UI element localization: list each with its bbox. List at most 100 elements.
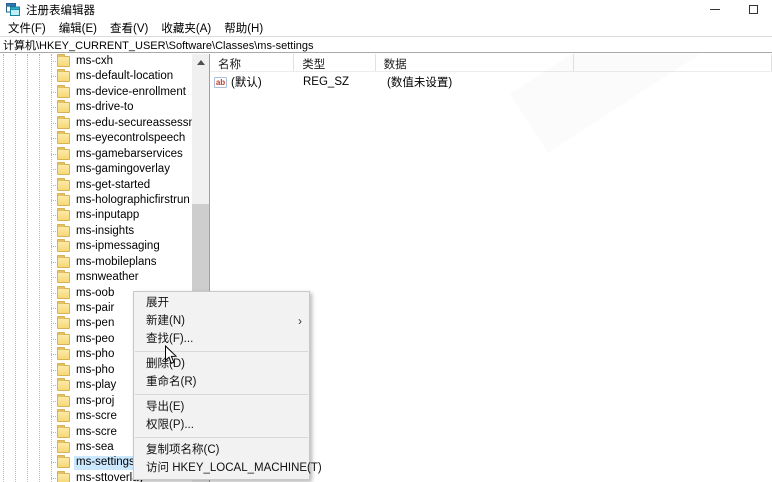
folder-icon bbox=[57, 149, 70, 160]
tree-item-label: msnweather bbox=[74, 271, 141, 285]
tree-item-label: ms-eyecontrolspeech bbox=[74, 132, 187, 146]
context-menu-item-5[interactable]: 重命名(R) bbox=[134, 373, 309, 391]
menu-item-3[interactable]: 收藏夹(A) bbox=[156, 18, 216, 38]
folder-icon bbox=[57, 380, 70, 391]
folder-icon bbox=[57, 71, 70, 82]
value-row-default[interactable]: ab (默认) REG_SZ (数值未设置) bbox=[210, 74, 772, 90]
context-menu-item-8[interactable]: 权限(P)... bbox=[134, 416, 309, 434]
window-controls bbox=[696, 0, 772, 19]
tree-item-label: ms-edu-secureassessment bbox=[74, 117, 210, 131]
reg-sz-icon: ab bbox=[214, 77, 227, 88]
tree-item-label: ms-settings bbox=[74, 456, 137, 470]
folder-icon bbox=[57, 457, 70, 468]
menu-item-1[interactable]: 编辑(E) bbox=[54, 18, 102, 38]
context-menu-item-0[interactable]: 展开 bbox=[134, 294, 309, 312]
folder-icon bbox=[57, 87, 70, 98]
column-header-name[interactable]: 名称 bbox=[210, 54, 294, 71]
registry-editor-icon bbox=[6, 3, 20, 16]
menu-item-4[interactable]: 帮助(H) bbox=[219, 18, 268, 38]
tree-item-label: ms-drive-to bbox=[74, 101, 136, 115]
menu-bar: 文件(F)编辑(E)查看(V)收藏夹(A)帮助(H) bbox=[0, 19, 772, 37]
context-menu-item-4[interactable]: 删除(D) bbox=[134, 355, 309, 373]
folder-icon bbox=[57, 473, 70, 482]
tree-item-ms-inputapp[interactable]: ms-inputapp bbox=[0, 208, 191, 223]
tree-item-ms-gamingoverlay[interactable]: ms-gamingoverlay bbox=[0, 162, 191, 177]
context-menu-separator bbox=[135, 394, 308, 395]
folder-icon bbox=[57, 303, 70, 314]
submenu-arrow-icon: › bbox=[298, 312, 302, 330]
tree-item-label: ms-proj bbox=[74, 395, 116, 409]
context-menu-item-1[interactable]: 新建(N)› bbox=[134, 312, 309, 330]
tree-item-label: ms-default-location bbox=[74, 70, 175, 84]
context-menu-item-10[interactable]: 复制项名称(C) bbox=[134, 441, 309, 459]
scroll-up-button[interactable] bbox=[192, 54, 209, 71]
tree-item-ms-gamebarservices[interactable]: ms-gamebarservices bbox=[0, 147, 191, 162]
tree-item-ms-holographicfirstrun[interactable]: ms-holographicfirstrun bbox=[0, 193, 191, 208]
column-header-data[interactable]: 数据 bbox=[376, 54, 574, 71]
context-menu-item-2[interactable]: 查找(F)... bbox=[134, 330, 309, 348]
scroll-up-icon bbox=[197, 60, 205, 65]
tree-item-label: ms-pen bbox=[74, 317, 116, 331]
tree-item-ms-drive-to[interactable]: ms-drive-to bbox=[0, 100, 191, 115]
tree-item-label: ms-insights bbox=[74, 225, 136, 239]
folder-icon bbox=[57, 102, 70, 113]
tree-item-label: ms-mobileplans bbox=[74, 256, 159, 270]
tree-item-ms-get-started[interactable]: ms-get-started bbox=[0, 178, 191, 193]
column-header-type[interactable]: 类型 bbox=[294, 54, 375, 71]
tree-item-label: ms-inputapp bbox=[74, 209, 141, 223]
folder-icon bbox=[57, 195, 70, 206]
tree-item-label: ms-get-started bbox=[74, 179, 152, 193]
folder-icon bbox=[57, 257, 70, 268]
context-menu-item-7[interactable]: 导出(E) bbox=[134, 398, 309, 416]
folder-icon bbox=[57, 210, 70, 221]
tree-item-ms-edu-secureassessment[interactable]: ms-edu-secureassessment bbox=[0, 116, 191, 131]
tree-item-label: ms-holographicfirstrun bbox=[74, 194, 192, 208]
tree-item-ms-cxh[interactable]: ms-cxh bbox=[0, 54, 191, 69]
tree-item-ms-device-enrollment[interactable]: ms-device-enrollment bbox=[0, 85, 191, 100]
column-header-blank bbox=[574, 54, 772, 71]
folder-icon bbox=[57, 442, 70, 453]
folder-icon bbox=[57, 241, 70, 252]
context-menu-item-11[interactable]: 访问 HKEY_LOCAL_MACHINE(T) bbox=[134, 459, 309, 477]
folder-icon bbox=[57, 164, 70, 175]
folder-icon bbox=[57, 56, 70, 67]
tree-item-ms-insights[interactable]: ms-insights bbox=[0, 224, 191, 239]
tree-item-label: ms-gamingoverlay bbox=[74, 163, 172, 177]
menu-item-2[interactable]: 查看(V) bbox=[105, 18, 153, 38]
minimize-icon bbox=[710, 9, 720, 10]
tree-item-label: ms-oob bbox=[74, 287, 116, 301]
context-menu-separator bbox=[135, 351, 308, 352]
folder-icon bbox=[57, 334, 70, 345]
tree-item-msnweather[interactable]: msnweather bbox=[0, 270, 191, 285]
address-input[interactable] bbox=[0, 38, 772, 52]
folder-icon bbox=[57, 365, 70, 376]
tree-item-label: ms-device-enrollment bbox=[74, 86, 188, 100]
context-menu-separator bbox=[135, 437, 308, 438]
tree-item-ms-ipmessaging[interactable]: ms-ipmessaging bbox=[0, 239, 191, 254]
folder-icon bbox=[57, 118, 70, 129]
value-name: (默认) bbox=[231, 74, 262, 90]
tree-item-label: ms-sea bbox=[74, 441, 116, 455]
tree-item-label: ms-scre bbox=[74, 410, 119, 424]
maximize-icon bbox=[749, 5, 758, 14]
folder-icon bbox=[57, 272, 70, 283]
context-menu: 展开新建(N)›查找(F)... 删除(D)重命名(R) 导出(E)权限(P)...… bbox=[133, 291, 310, 480]
menu-item-0[interactable]: 文件(F) bbox=[3, 18, 51, 38]
folder-icon bbox=[57, 133, 70, 144]
folder-icon bbox=[57, 349, 70, 360]
tree-item-label: ms-pho bbox=[74, 364, 116, 378]
tree-item-label: ms-pair bbox=[74, 302, 116, 316]
tree-item-ms-mobileplans[interactable]: ms-mobileplans bbox=[0, 255, 191, 270]
value-type: REG_SZ bbox=[295, 76, 377, 88]
tree-item-ms-eyecontrolspeech[interactable]: ms-eyecontrolspeech bbox=[0, 131, 191, 146]
main-area: ms-cxhms-default-location ms-device-enrol… bbox=[0, 54, 772, 482]
maximize-button[interactable] bbox=[734, 0, 772, 19]
folder-icon bbox=[57, 318, 70, 329]
tree-item-label: ms-cxh bbox=[74, 55, 115, 69]
tree-item-label: ms-gamebarservices bbox=[74, 148, 185, 162]
registry-editor-window: { "window": { "title": "注册表编辑器", "contro… bbox=[0, 0, 772, 482]
tree-item-label: ms-play bbox=[74, 379, 118, 393]
minimize-button[interactable] bbox=[696, 0, 734, 19]
tree-item-ms-default-location[interactable]: ms-default-location bbox=[0, 69, 191, 84]
address-bar bbox=[0, 37, 772, 53]
